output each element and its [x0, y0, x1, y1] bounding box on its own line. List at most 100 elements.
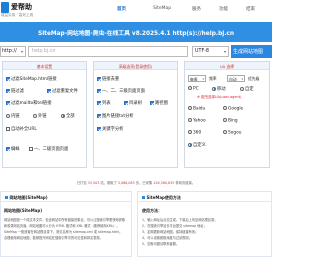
checkbox[interactable]	[6, 76, 10, 81]
opt-list[interactable]: 列表	[97, 100, 111, 106]
checkbox[interactable]	[6, 146, 10, 151]
engine-360[interactable]: 360	[188, 130, 201, 136]
banner-title: SiteMap-网站地图-爬虫-在线工具 v8.2025.4.1 http(s)…	[38, 31, 234, 37]
checkbox[interactable]	[6, 100, 10, 105]
select-value: 自动	[229, 76, 237, 82]
radio-label: 外链	[38, 114, 47, 119]
nav-home[interactable]: 首页	[117, 6, 126, 12]
checkbox[interactable]	[29, 146, 33, 151]
bullet-icon	[5, 196, 8, 199]
checkbox[interactable]	[97, 100, 101, 105]
engine-sogou[interactable]: Sogou	[223, 130, 241, 136]
radio-mobile[interactable]: 移动	[212, 86, 226, 92]
radio[interactable]	[6, 113, 10, 118]
freq-label: 频率	[208, 75, 225, 82]
protocol-select[interactable]: http:// ▾	[0, 46, 26, 57]
radio[interactable]	[188, 118, 192, 122]
checkbox[interactable]	[47, 88, 51, 93]
body-line: 3、定期更新网站地图，保持链接有效；	[142, 230, 199, 234]
radio[interactable]	[188, 130, 192, 134]
radio[interactable]	[240, 86, 244, 91]
radio-internal[interactable]: 内链	[6, 113, 20, 119]
body-line: 网站地图是一个纯文本文件，包含网站中所有链接的集合，可以让搜索引擎更快地抓取	[4, 218, 126, 222]
radio-label: 移动	[217, 87, 226, 92]
bullet-icon	[142, 196, 145, 199]
header: 爱帮助 增益实用 · 高效工具 首页 SiteMap 服务 功能 结束	[0, 0, 272, 22]
panel-title: 高级选项(登录使用)	[94, 62, 177, 70]
url-input[interactable]: help.bj.cn	[28, 46, 188, 57]
nav-sitemap[interactable]: SiteMap	[153, 6, 171, 11]
opt-spider[interactable]: 蜘蛛	[6, 146, 20, 152]
checkbox[interactable]	[97, 113, 101, 118]
opt-label: 路径图	[155, 101, 168, 106]
opt-autocomplete-url[interactable]: 自动补全URL	[6, 126, 37, 132]
nav-services[interactable]: 服务	[192, 6, 201, 12]
freq-select[interactable]: 每周 ▾	[188, 75, 206, 82]
stats-count: 33,503	[87, 181, 100, 185]
body-line: 合理使用网站地图，能够提升网站在搜索引擎中的可见性和排名表现。	[4, 236, 103, 240]
label-text: 频率	[209, 75, 217, 81]
basic-settings-panel: 基本设置 过滤SiteMap.html链接 链过滤 过滤重复文件 过滤mailt…	[2, 61, 87, 168]
body-line: SiteMap 一般放置在网站根目录下，常见名称为 sitemap.xml 或 …	[4, 230, 123, 234]
radio[interactable]	[188, 106, 192, 110]
checkbox[interactable]	[97, 126, 101, 131]
protocol-value: http://	[2, 49, 17, 54]
chevron-down-icon: ▾	[202, 76, 204, 81]
engine-custom[interactable]: 自定义	[188, 142, 206, 148]
chevron-down-icon: ▾	[20, 49, 23, 54]
engine-yahoo[interactable]: Yahoo	[188, 118, 206, 124]
logo-icon[interactable]	[1, 2, 9, 13]
engine-baidu[interactable]: Baidu	[188, 106, 205, 112]
sitemap-info-section: 网站地图(SiteMap) 网站地图(SiteMap) 网站地图是一个纯文本文件…	[0, 191, 132, 257]
ua-select-panel: UA 选择 每周 ▾ 频率 自动 ▾ 优先级 PC 移动 自定 ※ 爬虫选择UA(u…	[184, 61, 270, 168]
engine-label: 360	[193, 130, 202, 136]
engine-label: Yahoo	[193, 118, 206, 124]
nav-features[interactable]: 功能	[219, 6, 228, 12]
opt-filter-mailto[interactable]: 过滤mailto和tel链接	[6, 100, 52, 106]
charset-select[interactable]: UTF-8 ▾	[192, 46, 229, 57]
checkbox[interactable]	[124, 100, 128, 105]
radio[interactable]	[33, 113, 37, 118]
radio[interactable]	[223, 118, 227, 122]
checkbox[interactable]	[6, 88, 10, 93]
body-line: 和收录网站页面。网站地图可以分为 HTML 格式和 XML 格式（推荐使用XML…	[4, 224, 120, 228]
radio[interactable]	[188, 86, 192, 90]
opt-levels[interactable]: 一、二、三级页面页面	[97, 88, 145, 94]
opt-keywords[interactable]: 关键字分析	[97, 126, 123, 132]
radio-pc[interactable]: PC	[188, 86, 199, 92]
opt-level-pages[interactable]: 一、二级页面页面	[29, 146, 68, 152]
engine-bing[interactable]: Bing	[223, 118, 238, 124]
opt-dedupe[interactable]: 链接去重	[97, 76, 119, 82]
engine-label: Bing	[228, 118, 238, 124]
logo-title[interactable]: 爱帮助	[11, 2, 32, 12]
sitemap-usage-section: SiteMap使用方法 使用方法： 1、输入网址后点击生成，下载后上传至网站根目…	[137, 191, 272, 257]
checkbox[interactable]	[97, 88, 101, 93]
banner: SiteMap-网站地图-爬虫-在线工具 v8.2025.4.1 http(s)…	[0, 22, 272, 42]
opt-path[interactable]: 路径图	[150, 100, 168, 106]
opt-link-filter[interactable]: 链过滤	[6, 88, 24, 94]
checkbox[interactable]	[150, 100, 154, 105]
opt-filter-duplicates[interactable]: 过滤重复文件	[47, 88, 78, 94]
engine-label: Baidu	[193, 106, 206, 112]
opt-tree[interactable]: 目录树	[124, 100, 142, 106]
generate-sitemap-button[interactable]: 生成网站地图	[231, 45, 272, 58]
advanced-options-panel: 高级选项(登录使用) 链接去重 一、二、三级页面页面 列表 目录树 路径图 图片…	[93, 61, 178, 168]
checkbox[interactable]	[97, 76, 101, 81]
priority-select[interactable]: 自动 ▾	[227, 75, 245, 82]
opt-image-links[interactable]: 图片链接txt分析	[97, 113, 134, 119]
radio[interactable]	[212, 86, 216, 91]
radio[interactable]	[223, 106, 227, 110]
checkbox[interactable]	[6, 126, 10, 131]
engine-google[interactable]: Google	[223, 106, 243, 112]
radio[interactable]	[223, 130, 227, 134]
radio-custom[interactable]: 自定	[240, 86, 254, 92]
nav-end[interactable]: 结束	[246, 6, 255, 12]
radio-external[interactable]: 外链	[33, 113, 47, 119]
radio[interactable]	[188, 142, 192, 147]
select-value: 每周	[190, 76, 198, 82]
radio[interactable]	[61, 113, 65, 118]
opt-filter-sitemap[interactable]: 过滤SiteMap.html链接	[6, 76, 57, 82]
stats-line: 已打包 33,503 站，爬取了 5,066,083 页，已采集 126,380…	[0, 180, 272, 185]
radio-all[interactable]: 全部	[61, 113, 75, 119]
url-placeholder: help.bj.cn	[32, 49, 56, 54]
